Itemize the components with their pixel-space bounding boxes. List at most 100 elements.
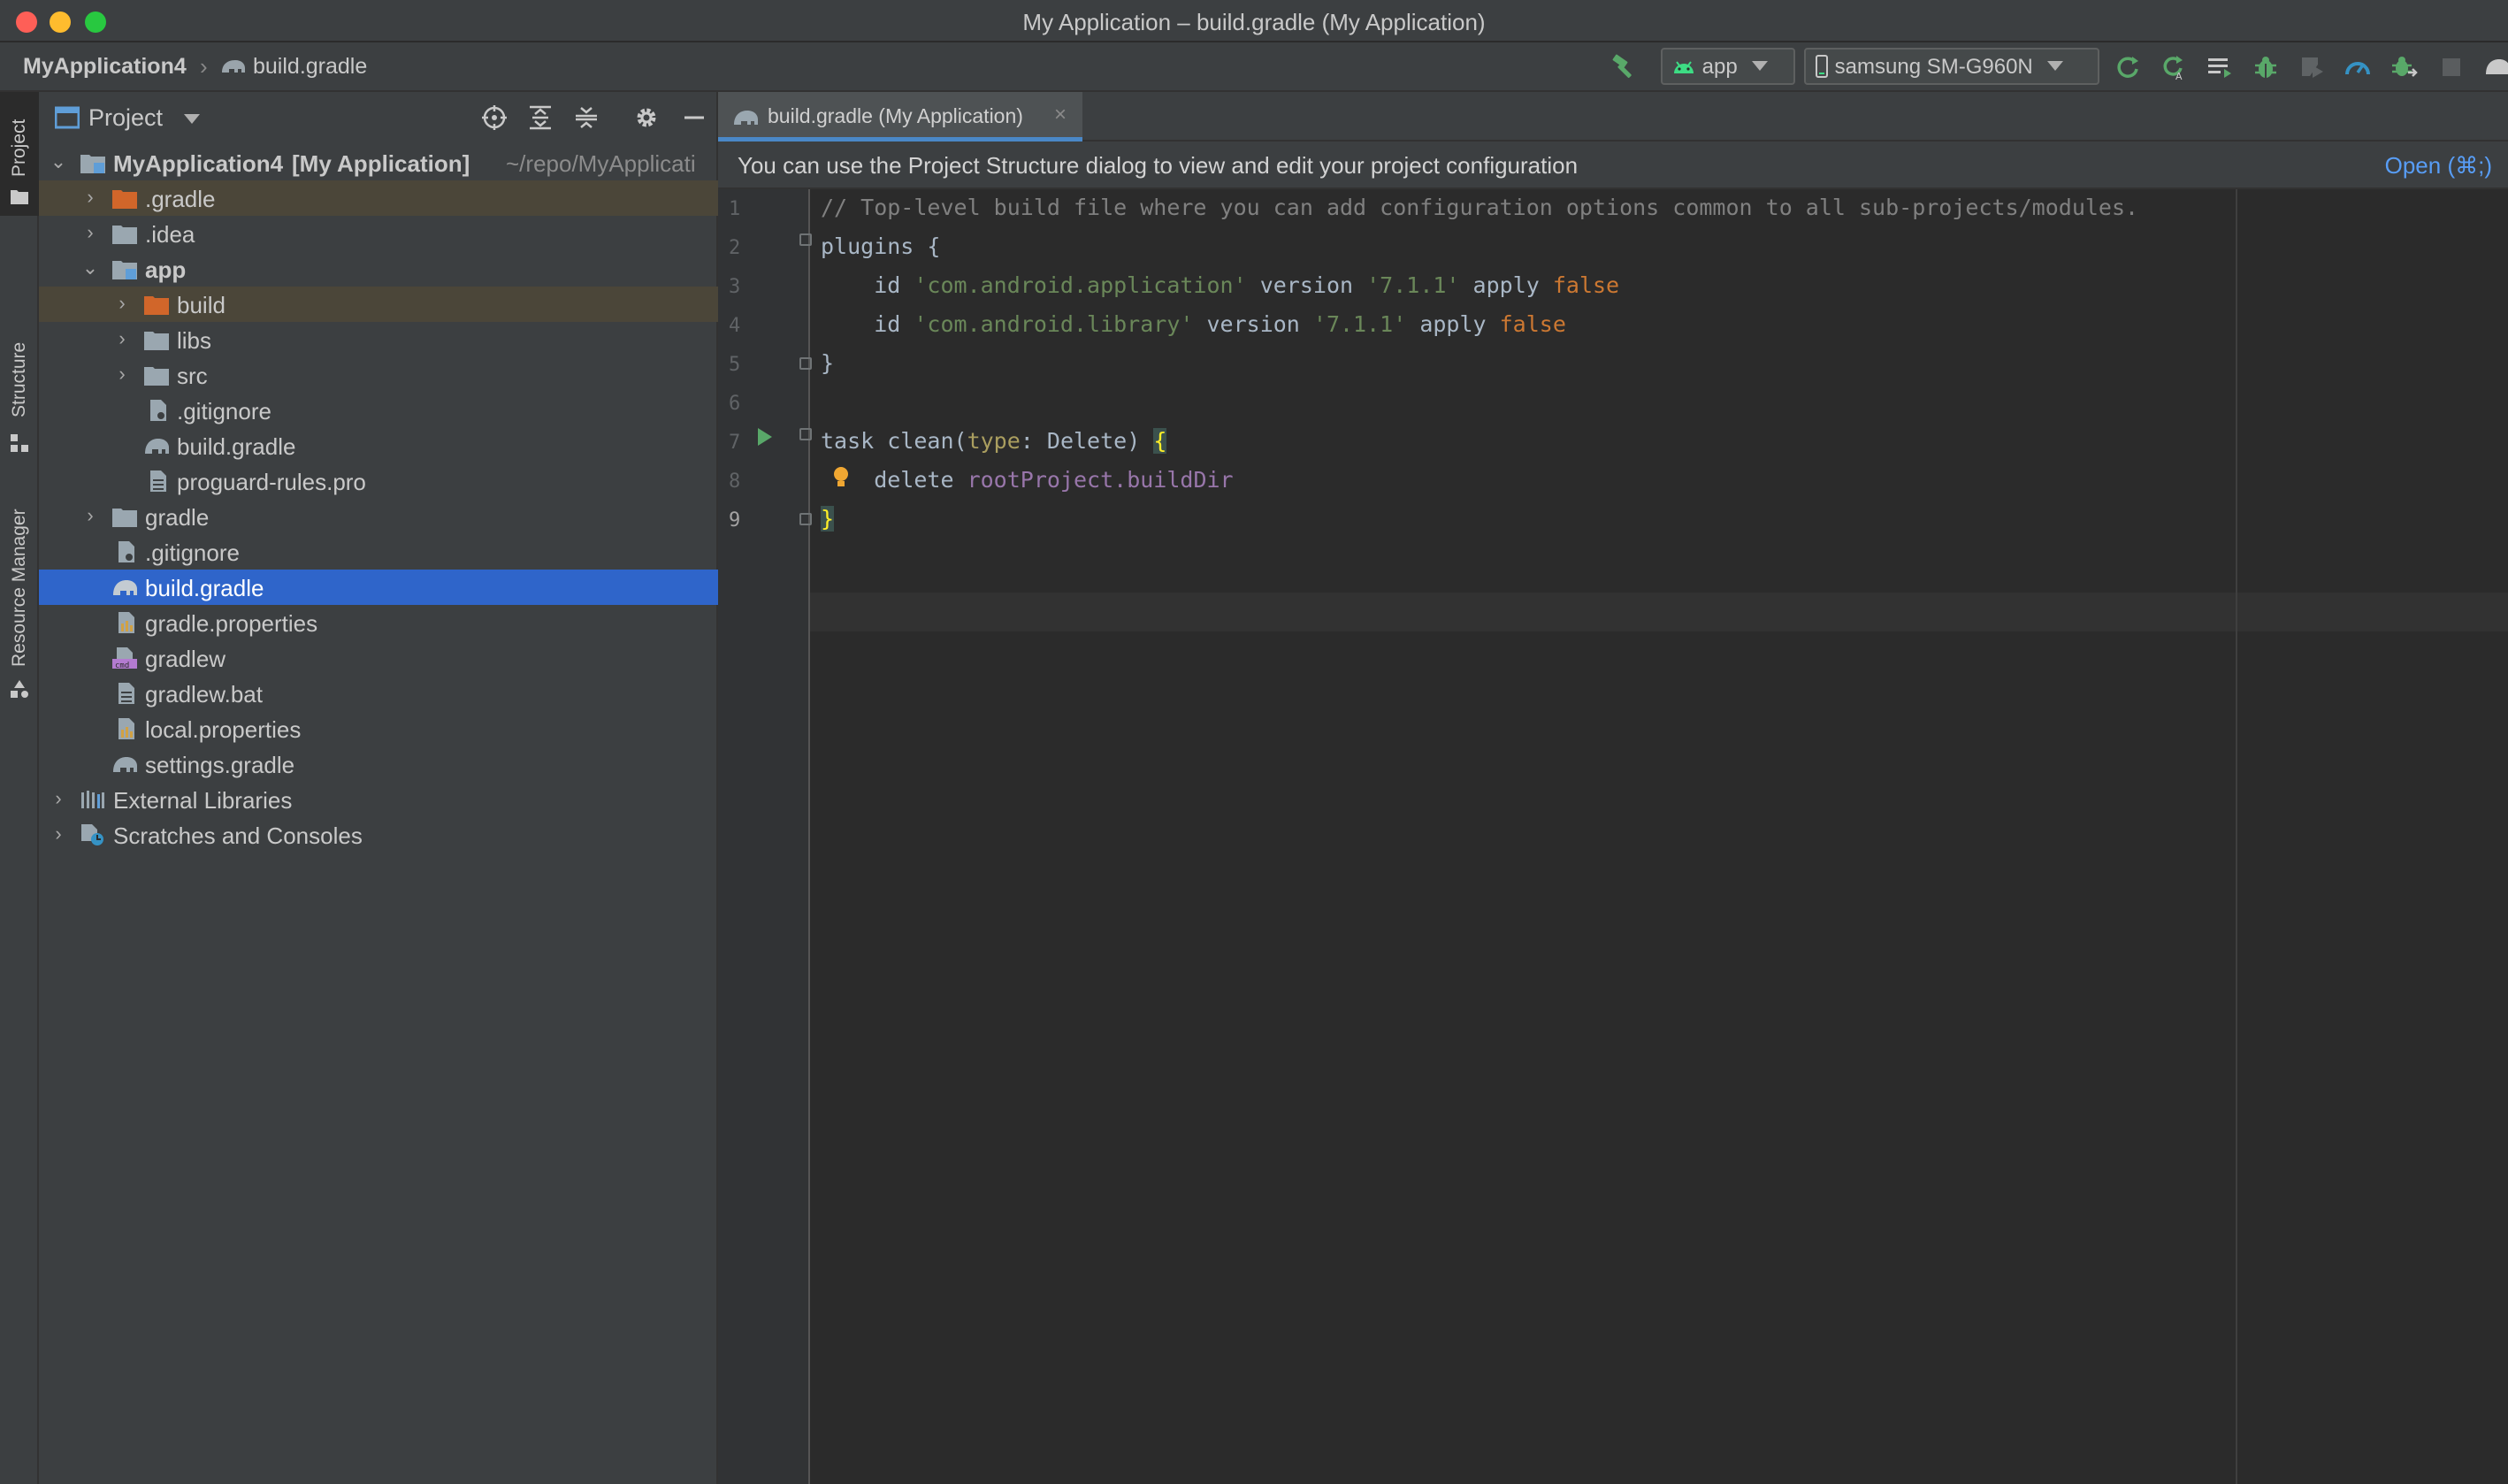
tree-item-gradlew[interactable]: cmd gradlew: [39, 640, 718, 676]
close-tab-icon[interactable]: ×: [1054, 103, 1067, 127]
open-project-structure-link[interactable]: Open (⌘;): [2385, 152, 2492, 180]
tree-item-dot-gradle[interactable]: › .gradle: [39, 180, 718, 216]
chevron-down-icon[interactable]: ⌄: [81, 256, 99, 279]
chevron-right-icon[interactable]: ›: [81, 504, 99, 527]
gradle-sync-icon[interactable]: [2483, 53, 2508, 81]
tree-item-scratches[interactable]: › Scratches and Consoles: [39, 817, 718, 853]
tree-item-external-libraries[interactable]: › External Libraries: [39, 782, 718, 817]
line-number: 5: [729, 354, 741, 376]
tree-item-idea[interactable]: › .idea: [39, 216, 718, 251]
fold-marker-icon[interactable]: [799, 357, 812, 370]
chevron-right-icon[interactable]: ›: [50, 822, 67, 845]
chevron-down-icon[interactable]: [184, 114, 200, 124]
code-token: delete: [821, 467, 967, 493]
run-with-coverage-icon[interactable]: [2298, 53, 2326, 81]
code-string: '7.1.1': [1312, 311, 1407, 337]
chevron-right-icon[interactable]: ›: [50, 787, 67, 810]
scratches-icon: [81, 824, 103, 845]
shell-script-icon: cmd: [112, 647, 137, 669]
fold-marker-icon[interactable]: [799, 513, 812, 525]
attach-debugger-icon[interactable]: [2389, 53, 2418, 81]
structure-tool-window-button[interactable]: Structure: [0, 233, 39, 455]
tree-item-app-build-gradle[interactable]: build.gradle: [39, 428, 718, 463]
code-property: rootProject.buildDir: [967, 467, 1234, 493]
tree-item-gradle-folder[interactable]: › gradle: [39, 499, 718, 534]
device-label: samsung SM-G960N: [1834, 55, 2033, 79]
tree-item-build-gradle[interactable]: build.gradle: [39, 570, 718, 605]
folder-icon: [144, 332, 169, 350]
tree-item-label: build.gradle: [145, 575, 264, 601]
project-tool-window-button[interactable]: Project: [0, 92, 39, 216]
line-number: 1: [729, 198, 741, 220]
gradle-elephant-icon: [222, 60, 245, 73]
structure-icon: [11, 434, 28, 452]
tree-item-gradlew-bat[interactable]: gradlew.bat: [39, 676, 718, 711]
folder-icon: [112, 509, 137, 527]
tree-item-root[interactable]: ⌄ MyApplication4 [My Application] ~/repo…: [39, 145, 718, 180]
tree-item-app[interactable]: ⌄ app: [39, 251, 718, 287]
run-tasks-list-icon[interactable]: [2206, 53, 2234, 81]
properties-file-icon: [119, 612, 134, 633]
expand-all-icon[interactable]: [527, 104, 554, 131]
tree-item-gradle-properties[interactable]: gradle.properties: [39, 605, 718, 640]
run-configuration-select[interactable]: app: [1661, 48, 1795, 85]
breadcrumb-file[interactable]: build.gradle: [253, 54, 367, 80]
code-token: apply: [1406, 311, 1500, 337]
tree-item-settings-gradle[interactable]: settings.gradle: [39, 746, 718, 782]
chevron-right-icon[interactable]: ›: [81, 186, 99, 209]
code-line-5: }: [821, 350, 834, 389]
tree-item-local-properties[interactable]: local.properties: [39, 711, 718, 746]
resource-manager-tool-window-button[interactable]: Resource Manager: [0, 472, 39, 720]
tree-item-app-gitignore[interactable]: .gitignore: [39, 393, 718, 428]
debug-bug-icon[interactable]: [2252, 53, 2280, 81]
run-gutter-icon[interactable]: [755, 426, 775, 447]
window-title: My Application – build.gradle (My Applic…: [1022, 9, 1486, 35]
code-token: version: [1246, 272, 1367, 298]
select-opened-file-icon[interactable]: [481, 104, 508, 131]
code-token: : Delete): [1020, 428, 1154, 454]
tree-item-gitignore[interactable]: .gitignore: [39, 534, 718, 570]
project-tool-window: Project ⌄ MyApplication4 [My Application…: [39, 92, 718, 1484]
tree-item-label: gradle.properties: [145, 610, 318, 637]
tree-item-app-build[interactable]: › build: [39, 287, 718, 322]
project-view-selector[interactable]: Project: [88, 104, 163, 132]
chevron-right-icon[interactable]: ›: [113, 363, 131, 386]
gradle-elephant-icon: [145, 439, 169, 454]
device-select[interactable]: samsung SM-G960N: [1804, 48, 2099, 85]
stop-icon[interactable]: [2437, 53, 2466, 81]
chevron-down-icon[interactable]: ⌄: [50, 150, 67, 173]
build-hammer-icon[interactable]: [1610, 53, 1638, 81]
profiler-gauge-icon[interactable]: [2344, 53, 2372, 81]
breadcrumb-separator-icon: ›: [200, 53, 208, 80]
root-path: ~/repo/MyApplicati: [506, 150, 696, 177]
gear-icon[interactable]: [633, 104, 660, 131]
fold-marker-icon[interactable]: [799, 233, 812, 246]
tree-item-label: app: [145, 256, 187, 283]
folder-icon: [144, 367, 169, 386]
hide-panel-icon[interactable]: [681, 104, 707, 131]
module-folder-icon: [112, 261, 137, 279]
tab-build-gradle[interactable]: build.gradle (My Application) ×: [718, 92, 1082, 142]
chevron-right-icon[interactable]: ›: [113, 292, 131, 315]
svg-text:cmd: cmd: [115, 662, 129, 669]
folder-icon: [11, 190, 28, 204]
chevron-right-icon[interactable]: ›: [113, 327, 131, 350]
project-tab-label: Project: [9, 119, 29, 177]
apply-code-changes-icon[interactable]: A: [2160, 53, 2188, 81]
breadcrumb-project[interactable]: MyApplication4: [23, 54, 187, 80]
root-module-name: [My Application]: [292, 150, 470, 177]
apply-changes-restart-icon[interactable]: [2114, 53, 2142, 81]
tree-item-src[interactable]: › src: [39, 357, 718, 393]
tree-item-libs[interactable]: › libs: [39, 322, 718, 357]
chevron-down-icon: [1751, 61, 1768, 71]
svg-text:A: A: [2175, 71, 2183, 81]
fold-marker-icon[interactable]: [799, 428, 812, 440]
chevron-right-icon[interactable]: ›: [81, 221, 99, 244]
tree-item-proguard-rules[interactable]: proguard-rules.pro: [39, 463, 718, 499]
code-token: id: [821, 272, 914, 298]
navigation-toolbar: MyApplication4 › build.gradle app samsun…: [0, 42, 2508, 92]
code-line-8: delete rootProject.buildDir: [821, 467, 1234, 506]
line-number-current: 9: [729, 509, 741, 532]
collapse-all-icon[interactable]: [573, 104, 600, 131]
code-keyword: false: [1499, 311, 1566, 337]
